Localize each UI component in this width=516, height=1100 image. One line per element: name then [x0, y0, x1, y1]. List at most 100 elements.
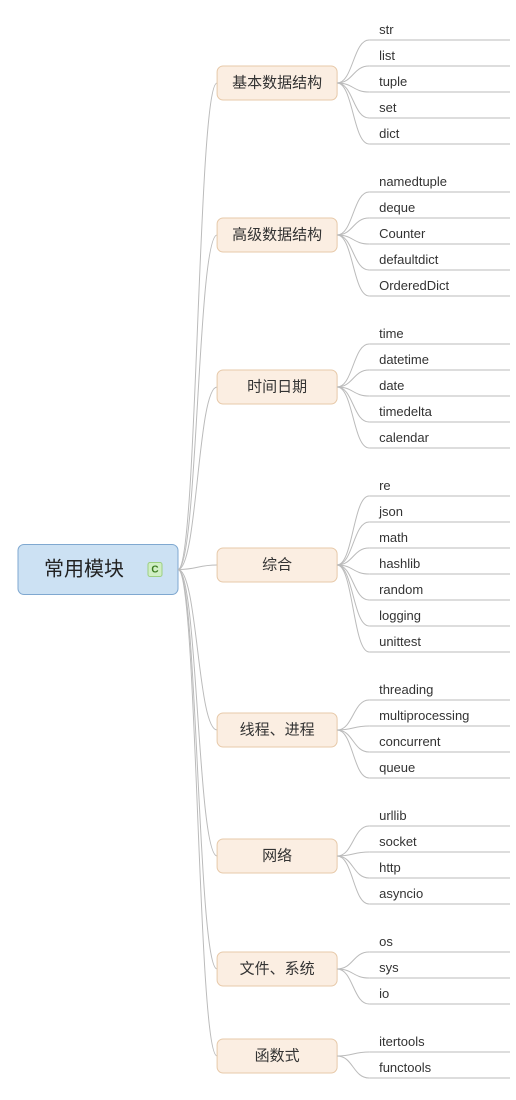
branch-node[interactable]: 时间日期: [217, 370, 337, 404]
branch-label: 文件、系统: [240, 961, 315, 978]
connector: [337, 565, 369, 652]
leaf-node[interactable]: str: [369, 22, 510, 40]
branch-node[interactable]: 基本数据结构: [217, 66, 337, 100]
leaf-node[interactable]: time: [369, 326, 510, 344]
connector: [337, 192, 369, 235]
leaf-label: hashlib: [379, 556, 420, 571]
leaf-label: tuple: [379, 74, 407, 89]
leaf-node[interactable]: unittest: [369, 634, 510, 652]
leaf-label: calendar: [379, 430, 430, 445]
connector: [337, 726, 369, 730]
leaf-label: deque: [379, 200, 415, 215]
leaf-node[interactable]: re: [369, 478, 510, 496]
leaf-node[interactable]: urllib: [369, 808, 510, 826]
leaf-label: sys: [379, 960, 399, 975]
connector: [337, 565, 369, 626]
leaf-node[interactable]: asyncio: [369, 886, 510, 904]
leaf-node[interactable]: timedelta: [369, 404, 510, 422]
connector: [178, 387, 217, 570]
leaf-node[interactable]: socket: [369, 834, 510, 852]
connector: [337, 826, 369, 856]
connector: [337, 852, 369, 856]
leaf-node[interactable]: tuple: [369, 74, 510, 92]
leaf-node[interactable]: math: [369, 530, 510, 548]
branch-node[interactable]: 网络: [217, 839, 337, 873]
connector: [178, 570, 217, 970]
branch-label: 综合: [262, 557, 292, 574]
leaf-label: http: [379, 860, 401, 875]
leaf-node[interactable]: hashlib: [369, 556, 510, 574]
connector: [337, 1052, 369, 1056]
leaf-node[interactable]: defaultdict: [369, 252, 510, 270]
leaf-label: Counter: [379, 226, 426, 241]
leaf-label: time: [379, 326, 404, 341]
leaf-node[interactable]: calendar: [369, 430, 510, 448]
connector: [178, 235, 217, 570]
connector: [178, 570, 217, 1057]
leaf-node[interactable]: deque: [369, 200, 510, 218]
branch-label: 时间日期: [247, 379, 307, 396]
leaf-node[interactable]: io: [369, 986, 510, 1004]
leaf-node[interactable]: namedtuple: [369, 174, 510, 192]
leaf-label: json: [378, 504, 403, 519]
connector: [337, 83, 369, 144]
branch-node[interactable]: 综合: [217, 548, 337, 582]
connector: [178, 565, 217, 570]
connector: [337, 235, 369, 296]
leaf-label: queue: [379, 760, 415, 775]
leaf-label: threading: [379, 682, 433, 697]
leaf-label: random: [379, 582, 423, 597]
branch-node[interactable]: 函数式: [217, 1039, 337, 1073]
branch-label: 函数式: [255, 1048, 300, 1065]
connector: [337, 952, 369, 969]
leaf-node[interactable]: random: [369, 582, 510, 600]
leaf-node[interactable]: OrderedDict: [369, 278, 510, 296]
leaf-node[interactable]: dict: [369, 126, 510, 144]
connector: [337, 730, 369, 752]
connector: [337, 969, 369, 1004]
leaf-label: logging: [379, 608, 421, 623]
connector: [337, 730, 369, 778]
connector: [337, 856, 369, 904]
leaf-label: OrderedDict: [379, 278, 449, 293]
leaf-node[interactable]: sys: [369, 960, 510, 978]
branch-node[interactable]: 文件、系统: [217, 952, 337, 986]
branch-node[interactable]: 高级数据结构: [217, 218, 337, 252]
leaf-label: concurrent: [379, 734, 441, 749]
leaf-label: re: [379, 478, 391, 493]
leaf-node[interactable]: logging: [369, 608, 510, 626]
connector: [337, 496, 369, 565]
leaf-label: functools: [379, 1060, 432, 1075]
root-label: 常用模块: [44, 558, 124, 581]
leaf-label: math: [379, 530, 408, 545]
leaf-node[interactable]: multiprocessing: [369, 708, 510, 726]
branch-node[interactable]: 线程、进程: [217, 713, 337, 747]
connector: [337, 856, 369, 878]
leaf-node[interactable]: date: [369, 378, 510, 396]
leaf-node[interactable]: Counter: [369, 226, 510, 244]
leaf-node[interactable]: http: [369, 860, 510, 878]
leaf-node[interactable]: list: [369, 48, 510, 66]
leaf-node[interactable]: itertools: [369, 1034, 510, 1052]
leaf-label: defaultdict: [379, 252, 439, 267]
leaf-label: dict: [379, 126, 400, 141]
connector: [178, 83, 217, 570]
leaf-node[interactable]: os: [369, 934, 510, 952]
leaf-node[interactable]: concurrent: [369, 734, 510, 752]
leaf-node[interactable]: queue: [369, 760, 510, 778]
connector: [337, 370, 369, 387]
leaf-node[interactable]: set: [369, 100, 510, 118]
leaf-node[interactable]: threading: [369, 682, 510, 700]
branch-label: 高级数据结构: [232, 227, 322, 244]
leaf-node[interactable]: json: [369, 504, 510, 522]
leaf-node[interactable]: functools: [369, 1060, 510, 1078]
leaf-label: set: [379, 100, 397, 115]
leaf-node[interactable]: datetime: [369, 352, 510, 370]
leaf-label: str: [379, 22, 394, 37]
connector: [337, 1056, 369, 1078]
leaf-label: os: [379, 934, 393, 949]
leaf-label: urllib: [379, 808, 406, 823]
connector: [337, 700, 369, 730]
root-node[interactable]: 常用模块C: [18, 545, 178, 595]
leaf-label: list: [379, 48, 395, 63]
